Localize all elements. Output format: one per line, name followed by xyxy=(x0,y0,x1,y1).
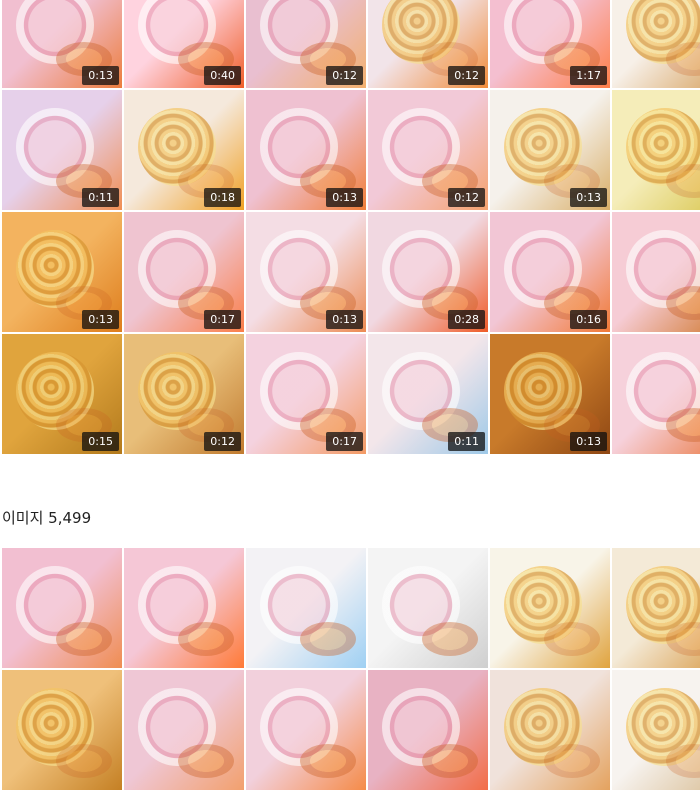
image-thumbnail[interactable] xyxy=(2,548,122,668)
video-thumbnail[interactable]: 0:18 xyxy=(124,90,244,210)
video-thumbnail[interactable]: 0:11 xyxy=(368,334,488,454)
video-thumbnail[interactable]: 1:17 xyxy=(490,0,610,88)
image-thumbnail[interactable] xyxy=(368,548,488,668)
video-duration-badge: 0:12 xyxy=(326,66,363,85)
video-thumbnail[interactable]: 0:13 xyxy=(490,334,610,454)
image-thumbnail[interactable] xyxy=(490,548,610,668)
video-thumbnail[interactable]: 0:40 xyxy=(124,0,244,88)
image-thumbnail[interactable] xyxy=(124,670,244,790)
video-thumbnail[interactable]: 0:11 xyxy=(2,90,122,210)
video-duration-badge: 0:13 xyxy=(326,188,363,207)
image-thumbnail-grid xyxy=(2,548,700,790)
video-duration-badge: 0:17 xyxy=(204,310,241,329)
image-thumbnail[interactable] xyxy=(246,548,366,668)
video-thumbnail[interactable]: 0:13 xyxy=(246,90,366,210)
video-duration-badge: 0:11 xyxy=(448,432,485,451)
video-thumbnail[interactable]: 0:12 xyxy=(368,0,488,88)
video-duration-badge: 0:12 xyxy=(448,188,485,207)
video-thumbnail[interactable]: 0:13 xyxy=(2,0,122,88)
video-thumbnail[interactable]: 0:15 xyxy=(2,334,122,454)
video-duration-badge: 0:13 xyxy=(82,310,119,329)
video-thumbnail[interactable]: 0:17 xyxy=(124,212,244,332)
image-thumbnail[interactable] xyxy=(612,670,700,790)
image-thumbnail[interactable] xyxy=(612,548,700,668)
video-thumbnail[interactable] xyxy=(612,0,700,88)
video-thumbnail[interactable]: 0:16 xyxy=(490,212,610,332)
image-thumbnail[interactable] xyxy=(368,670,488,790)
video-duration-badge: 0:12 xyxy=(448,66,485,85)
image-section-title: 이미지 5,499 xyxy=(2,509,92,527)
image-thumbnail[interactable] xyxy=(124,548,244,668)
video-duration-badge: 1:17 xyxy=(570,66,607,85)
video-thumbnail[interactable] xyxy=(612,334,700,454)
video-thumbnail[interactable]: 0:13 xyxy=(2,212,122,332)
image-thumbnail[interactable] xyxy=(2,670,122,790)
video-thumbnail[interactable]: 0:28 xyxy=(368,212,488,332)
video-duration-badge: 0:11 xyxy=(82,188,119,207)
video-duration-badge: 0:13 xyxy=(82,66,119,85)
video-duration-badge: 0:12 xyxy=(204,432,241,451)
video-thumbnail[interactable]: 0:12 xyxy=(124,334,244,454)
video-duration-badge: 0:16 xyxy=(570,310,607,329)
video-duration-badge: 0:17 xyxy=(326,432,363,451)
video-thumbnail[interactable] xyxy=(612,90,700,210)
video-thumbnail[interactable] xyxy=(612,212,700,332)
video-duration-badge: 0:15 xyxy=(82,432,119,451)
video-thumbnail[interactable]: 0:13 xyxy=(246,212,366,332)
video-duration-badge: 0:28 xyxy=(448,310,485,329)
video-thumbnail[interactable]: 0:12 xyxy=(246,0,366,88)
video-thumbnail[interactable]: 0:12 xyxy=(368,90,488,210)
video-duration-badge: 0:40 xyxy=(204,66,241,85)
video-duration-badge: 0:13 xyxy=(570,432,607,451)
image-thumbnail[interactable] xyxy=(246,670,366,790)
video-duration-badge: 0:13 xyxy=(326,310,363,329)
video-duration-badge: 0:13 xyxy=(570,188,607,207)
video-duration-badge: 0:18 xyxy=(204,188,241,207)
video-thumbnail[interactable]: 0:17 xyxy=(246,334,366,454)
video-thumbnail[interactable]: 0:13 xyxy=(490,90,610,210)
video-thumbnail-grid: 0:13 0:40 0:12 0:12 1:17 0:11 0:18 0:13 0:12 0:13… xyxy=(2,0,700,454)
image-thumbnail[interactable] xyxy=(490,670,610,790)
